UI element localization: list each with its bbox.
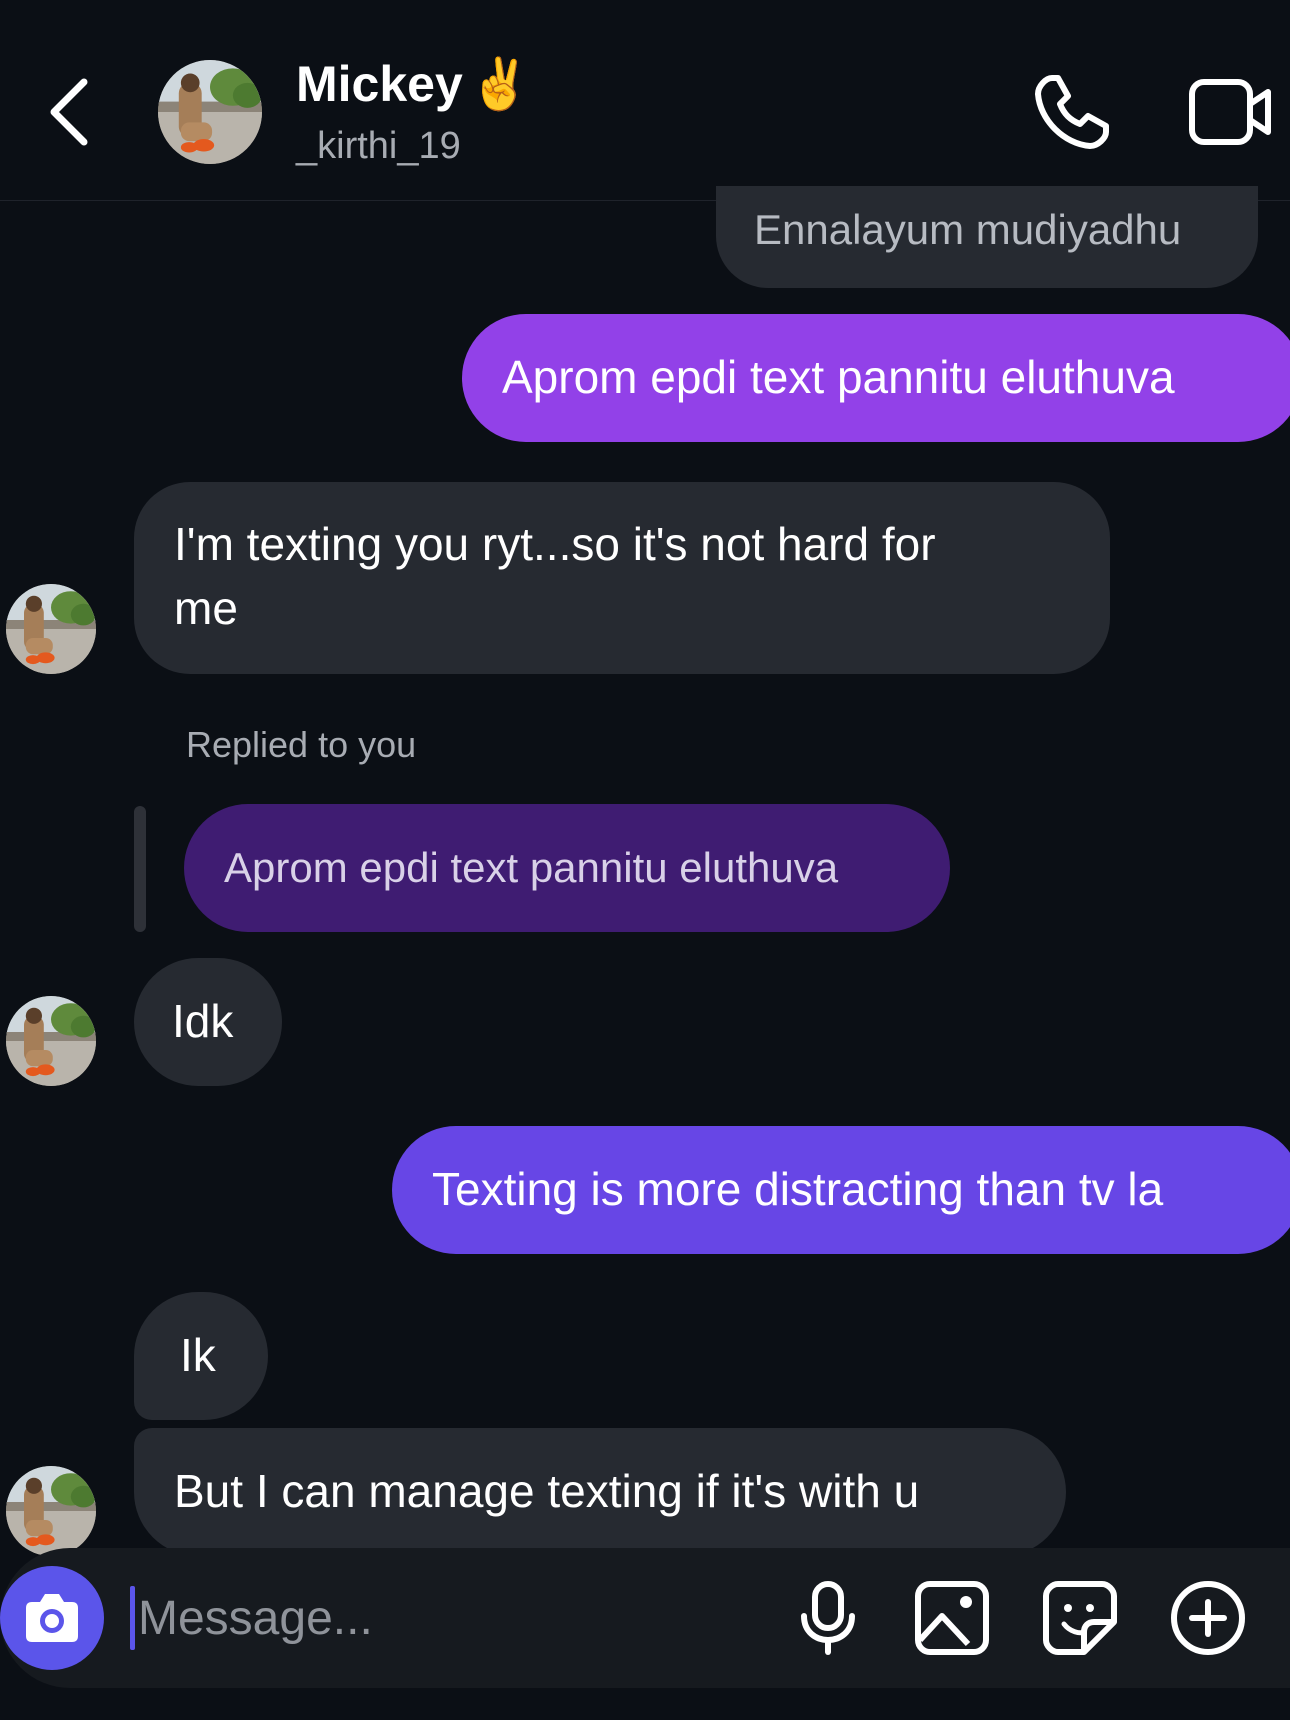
plus-circle-icon[interactable]: [1168, 1578, 1248, 1658]
message-input[interactable]: [134, 1580, 762, 1656]
back-chevron-icon[interactable]: [40, 72, 100, 152]
message-text: But I can manage texting if it's with u: [174, 1465, 920, 1517]
sender-avatar[interactable]: [6, 584, 96, 674]
video-camera-icon[interactable]: [1188, 74, 1274, 150]
message-text: Aprom epdi text pannitu eluthuva: [502, 351, 1175, 403]
microphone-icon[interactable]: [788, 1578, 868, 1658]
victory-hand-emoji: ✌️: [468, 56, 532, 112]
message-bubble-outgoing[interactable]: Texting is more distracting than tv la: [392, 1126, 1290, 1254]
message-text-line: me: [174, 582, 238, 634]
camera-button[interactable]: [0, 1566, 104, 1670]
reply-label: Replied to you: [186, 724, 417, 765]
gallery-icon[interactable]: [912, 1578, 992, 1658]
message-bubble-incoming[interactable]: I'm texting you ryt...so it's not hard f…: [134, 482, 1110, 674]
message-text-line: I'm texting you ryt...so it's not hard f…: [174, 518, 936, 570]
message-text: Idk: [172, 995, 234, 1047]
sticker-icon[interactable]: [1040, 1578, 1120, 1658]
message-text: Ik: [180, 1329, 216, 1381]
phone-icon[interactable]: [1030, 70, 1114, 154]
message-bubble-outgoing[interactable]: Aprom epdi text pannitu eluthuva: [462, 314, 1290, 442]
camera-icon: [26, 1594, 78, 1642]
message-text: Texting is more distracting than tv la: [432, 1163, 1164, 1215]
contact-name[interactable]: Mickey ✌️: [296, 55, 531, 114]
quoted-message-text: Aprom epdi text pannitu eluthuva: [224, 844, 839, 891]
quoted-message-bubble[interactable]: Aprom epdi text pannitu eluthuva: [184, 804, 950, 932]
message-bubble-incoming[interactable]: But I can manage texting if it's with u: [134, 1428, 1066, 1556]
contact-avatar[interactable]: [158, 60, 262, 164]
contact-name-text: Mickey: [296, 56, 463, 112]
contact-handle: _kirthi_19: [296, 125, 461, 167]
reply-quote-bar: [134, 806, 146, 932]
message-bubble-incoming[interactable]: Idk: [134, 958, 282, 1086]
message-bubble-incoming[interactable]: Ennalayum mudiyadhu: [716, 186, 1258, 288]
sender-avatar[interactable]: [6, 1466, 96, 1556]
message-bubble-incoming[interactable]: Ik: [134, 1292, 268, 1420]
sender-avatar[interactable]: [6, 996, 96, 1086]
message-text: Ennalayum mudiyadhu: [754, 206, 1182, 253]
